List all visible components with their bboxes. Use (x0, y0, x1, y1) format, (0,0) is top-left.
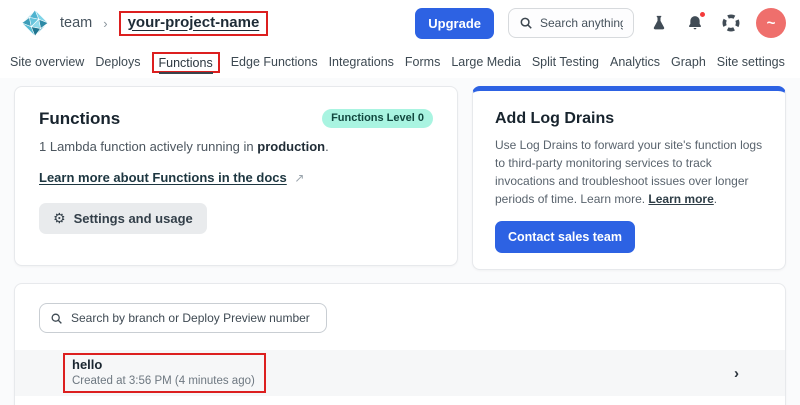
global-search[interactable] (508, 8, 634, 38)
function-name: hello (72, 357, 255, 372)
tab-functions[interactable]: Functions (159, 56, 213, 74)
log-drains-learn-more-link[interactable]: Learn more (648, 192, 713, 206)
top-bar: team › your-project-name Upgrade (0, 0, 800, 46)
log-drains-description-text: Use Log Drains to forward your site's fu… (495, 138, 762, 206)
functions-summary-emphasis: production (257, 139, 325, 154)
function-row-hello[interactable]: hello Created at 3:56 PM (4 minutes ago)… (15, 350, 785, 396)
tab-integrations[interactable]: Integrations (329, 55, 394, 69)
site-nav: Site overview Deploys Functions Edge Fun… (0, 46, 800, 78)
avatar[interactable]: ~ (756, 8, 786, 38)
notification-dot (699, 11, 706, 18)
log-drains-description-period: . (714, 192, 717, 206)
search-icon (50, 312, 63, 325)
chevron-right-icon: › (734, 365, 759, 382)
tab-site-settings[interactable]: Site settings (717, 55, 785, 69)
tab-graph[interactable]: Graph (671, 55, 706, 69)
log-drains-title: Add Log Drains (495, 110, 763, 128)
tab-analytics[interactable]: Analytics (610, 55, 660, 69)
log-drains-description: Use Log Drains to forward your site's fu… (495, 136, 763, 208)
breadcrumb-separator-icon: › (103, 16, 107, 31)
functions-summary-period: . (325, 139, 329, 154)
tab-edge-functions[interactable]: Edge Functions (231, 55, 318, 69)
functions-summary: 1 Lambda function actively running in pr… (39, 139, 433, 154)
function-created-meta: Created at 3:56 PM (4 minutes ago) (72, 375, 255, 387)
functions-list-card: hello Created at 3:56 PM (4 minutes ago)… (14, 283, 786, 405)
help-lifebuoy-icon[interactable] (720, 12, 742, 34)
functions-summary-text: 1 Lambda function actively running in (39, 139, 257, 154)
global-search-input[interactable] (540, 16, 623, 30)
tab-site-overview[interactable]: Site overview (10, 55, 84, 69)
breadcrumb-project-name[interactable]: your-project-name (128, 14, 260, 31)
labs-flask-icon[interactable] (648, 12, 670, 34)
annotation-box-function-row: hello Created at 3:56 PM (4 minutes ago) (63, 353, 266, 393)
gear-icon: ⚙ (53, 212, 66, 226)
tab-deploys[interactable]: Deploys (95, 55, 140, 69)
contact-sales-button[interactable]: Contact sales team (495, 221, 635, 253)
external-link-icon: ↗ (294, 171, 304, 185)
tab-forms[interactable]: Forms (405, 55, 440, 69)
upgrade-button[interactable]: Upgrade (415, 8, 494, 39)
netlify-logo[interactable] (20, 8, 50, 38)
annotation-box-functions-tab: Functions (152, 52, 220, 73)
branch-search-input[interactable] (71, 311, 316, 325)
settings-and-usage-label: Settings and usage (74, 211, 193, 226)
topbar-actions: Upgrade ~ (415, 8, 786, 39)
annotation-box-project: your-project-name (119, 11, 269, 36)
functions-card-title: Functions (39, 109, 120, 129)
branch-search[interactable] (39, 303, 327, 333)
functions-level-badge: Functions Level 0 (322, 109, 433, 128)
notifications-bell-icon[interactable] (684, 12, 706, 34)
tab-large-media[interactable]: Large Media (451, 55, 521, 69)
breadcrumb-team[interactable]: team (60, 15, 92, 31)
tab-split-testing[interactable]: Split Testing (532, 55, 599, 69)
settings-and-usage-button[interactable]: ⚙ Settings and usage (39, 203, 207, 234)
search-icon (519, 16, 533, 30)
breadcrumb: team › your-project-name (20, 8, 268, 38)
functions-card: Functions Functions Level 0 1 Lambda fun… (14, 86, 458, 266)
log-drains-card: Add Log Drains Use Log Drains to forward… (472, 86, 786, 270)
functions-docs-link[interactable]: Learn more about Functions in the docs (39, 170, 287, 185)
